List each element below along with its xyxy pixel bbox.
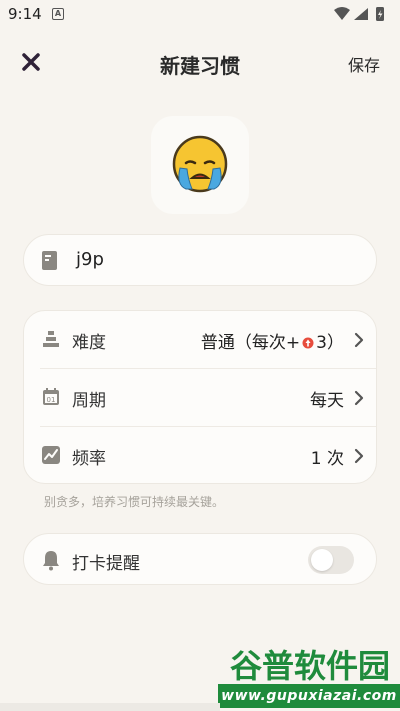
watermark-title: 谷普软件园 — [230, 648, 390, 682]
frequency-icon — [42, 446, 60, 464]
period-value: 每天 — [310, 391, 344, 411]
habit-emoji-picker[interactable] — [151, 116, 249, 214]
habit-name-field[interactable]: j9p — [23, 234, 377, 286]
note-icon — [42, 251, 57, 270]
calendar-icon: 01 — [43, 388, 59, 405]
new-habit-screen: 9:14 A 新建习惯 保存 j9p 难度 普通（每次+ 3） 01 周期 每天… — [0, 0, 400, 711]
watermark-logo: 谷普软件园 www.gupuxiazai.com — [218, 648, 400, 711]
difficulty-value-prefix: 普通（每次+ — [200, 333, 301, 353]
frequency-row[interactable]: 频率 1 次 — [24, 427, 378, 485]
save-button[interactable]: 保存 — [348, 52, 380, 76]
home-indicator — [0, 703, 220, 711]
difficulty-icon — [43, 331, 59, 347]
reminder-card: 打卡提醒 — [23, 533, 377, 585]
frequency-value: 1 次 — [310, 449, 344, 469]
status-time: 9:14 — [8, 5, 42, 23]
page-title: 新建习惯 — [160, 54, 240, 78]
watermark-title-graphic: 谷普软件园 — [230, 648, 390, 682]
habit-name-value: j9p — [76, 249, 104, 270]
period-label: 周期 — [72, 391, 106, 411]
chevron-right-icon — [354, 390, 364, 406]
status-icons — [334, 7, 384, 21]
coin-icon — [302, 337, 314, 349]
tip-text: 别贪多，培养习惯可持续最关键。 — [44, 495, 225, 509]
toggle-knob — [311, 549, 333, 571]
reminder-toggle[interactable] — [308, 546, 354, 574]
difficulty-value: 普通（每次+ 3） — [201, 328, 344, 353]
frequency-label: 频率 — [72, 449, 106, 469]
notification-icon: A — [52, 8, 64, 20]
bell-icon — [43, 551, 59, 571]
difficulty-row[interactable]: 难度 普通（每次+ 3） — [24, 311, 378, 369]
wifi-icon — [334, 7, 350, 20]
difficulty-label: 难度 — [72, 333, 106, 353]
reminder-label: 打卡提醒 — [72, 554, 140, 574]
crying-face-emoji-icon — [172, 135, 228, 193]
signal-icon — [354, 8, 368, 20]
habit-settings-card: 难度 普通（每次+ 3） 01 周期 每天 频率 1 次 — [23, 310, 377, 484]
chevron-right-icon — [354, 332, 364, 348]
difficulty-value-suffix: 3） — [316, 333, 344, 353]
period-row[interactable]: 01 周期 每天 — [24, 369, 378, 427]
status-bar: 9:14 A — [0, 0, 400, 28]
svg-text:01: 01 — [47, 396, 56, 404]
watermark-url: www.gupuxiazai.com — [218, 684, 400, 708]
header: 新建习惯 保存 — [0, 40, 400, 84]
chevron-right-icon — [354, 448, 364, 464]
